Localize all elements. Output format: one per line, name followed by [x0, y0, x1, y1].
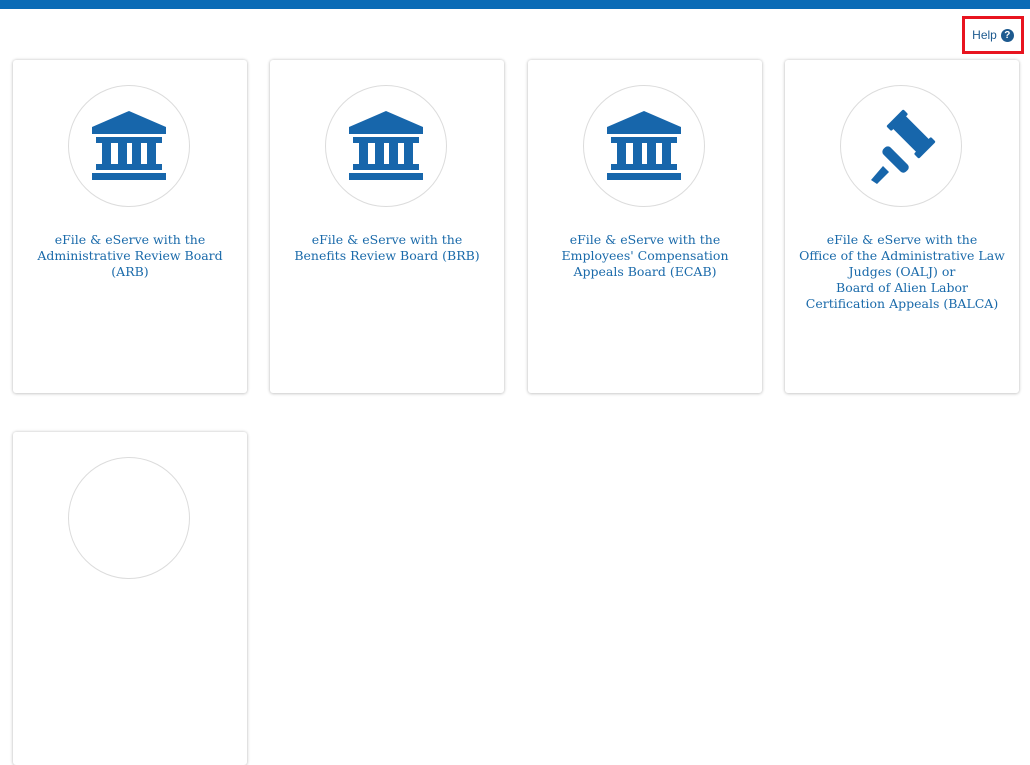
- card-partial[interactable]: [13, 432, 247, 765]
- icon-circle: [840, 85, 962, 207]
- card-title[interactable]: eFile & eServe with the Benefits Review …: [278, 232, 496, 264]
- courthouse-icon: [92, 111, 166, 180]
- card-title[interactable]: eFile & eServe with the Administrative R…: [21, 232, 239, 280]
- icon-circle: [583, 85, 705, 207]
- courthouse-icon: [607, 111, 681, 180]
- card-arb[interactable]: eFile & eServe with the Administrative R…: [13, 60, 247, 393]
- icon-circle: [68, 85, 190, 207]
- icon-circle: [325, 85, 447, 207]
- help-label: Help: [972, 28, 997, 42]
- card-brb[interactable]: eFile & eServe with the Benefits Review …: [270, 60, 504, 393]
- courthouse-icon: [349, 111, 423, 180]
- card-ecab[interactable]: eFile & eServe with the Employees' Compe…: [528, 60, 762, 393]
- icon-circle: [68, 457, 190, 579]
- card-title[interactable]: eFile & eServe with the Office of the Ad…: [793, 232, 1011, 312]
- card-oalj-balca[interactable]: eFile & eServe with the Office of the Ad…: [785, 60, 1019, 393]
- gavel-icon: [871, 109, 936, 184]
- top-accent-bar: [0, 0, 1030, 9]
- card-title[interactable]: eFile & eServe with the Employees' Compe…: [536, 232, 754, 280]
- question-circle-icon: ?: [1000, 28, 1014, 42]
- help-button[interactable]: Help ?: [962, 16, 1024, 54]
